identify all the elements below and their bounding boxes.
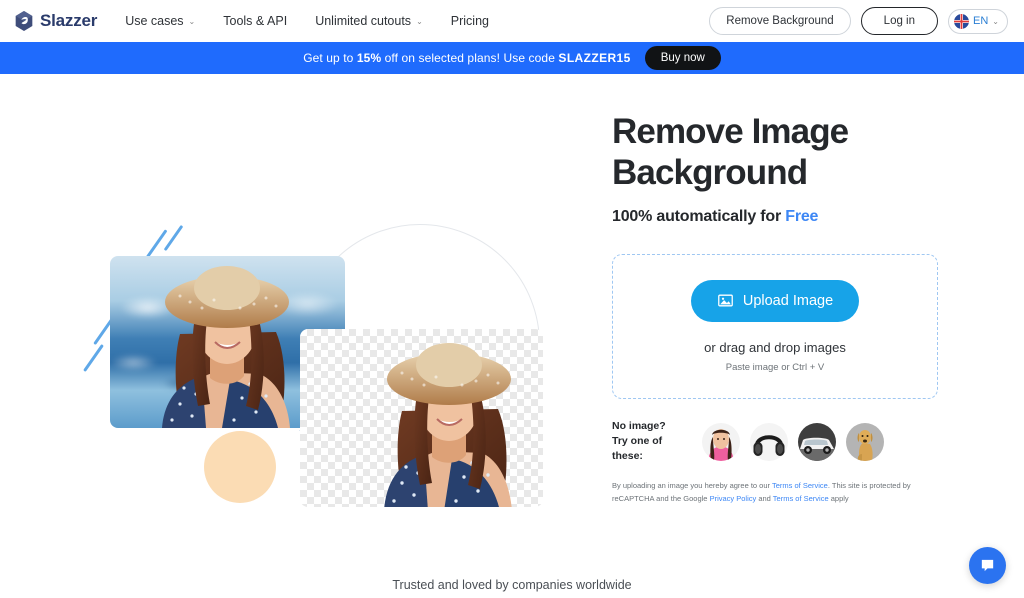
after-image xyxy=(300,329,543,507)
upload-image-button[interactable]: Upload Image xyxy=(690,279,860,322)
drag-drop-text: or drag and drop images xyxy=(704,339,846,355)
sample-headphones-image xyxy=(750,422,788,461)
sample-label-line2: Try one of these: xyxy=(612,435,663,463)
sample-dog-image xyxy=(846,422,884,461)
upload-button-label: Upload Image xyxy=(742,292,834,309)
sample-dog[interactable] xyxy=(846,422,884,461)
picture-icon xyxy=(717,294,733,307)
sample-headphones[interactable] xyxy=(750,422,788,461)
header-actions: Remove Background Log in EN ⌄ xyxy=(709,7,1008,35)
subtitle-prefix: 100% automatically for xyxy=(612,207,786,225)
legal-part1: By uploading an image you hereby agree t… xyxy=(612,480,772,490)
chevron-down-icon: ⌄ xyxy=(992,17,999,26)
uk-flag-icon xyxy=(954,13,970,29)
subtitle-accent: Free xyxy=(785,207,819,225)
privacy-policy-link[interactable]: Privacy Policy xyxy=(710,494,757,503)
main-nav: Use cases ⌄ Tools & API Unlimited cutout… xyxy=(125,14,489,28)
nav-label: Tools & API xyxy=(223,14,288,28)
sample-images-row: No image? Try one of these: xyxy=(612,419,1024,465)
promo-middle: off on selected plans! Use code xyxy=(381,51,559,65)
sample-woman-pink-image xyxy=(702,422,740,461)
hero-illustration xyxy=(0,74,586,598)
promo-percent: 15% xyxy=(356,51,382,65)
nav-item-unlimited-cutouts[interactable]: Unlimited cutouts ⌄ xyxy=(315,14,423,28)
page-title: Remove Image Background xyxy=(612,112,982,194)
sample-label-line1: No image? xyxy=(612,419,666,432)
page-subtitle: 100% automatically for Free xyxy=(612,208,1024,226)
remove-background-button[interactable]: Remove Background xyxy=(709,7,851,35)
buy-now-button[interactable]: Buy now xyxy=(644,46,721,70)
sample-car-image xyxy=(798,422,836,461)
terms-of-service-link-2[interactable]: Terms of Service xyxy=(773,494,829,503)
logo[interactable]: Slazzer xyxy=(14,10,97,32)
language-code: EN xyxy=(973,15,989,27)
upload-dropzone[interactable]: Upload Image or drag and drop images Pas… xyxy=(612,253,938,399)
legal-part3: and xyxy=(756,493,773,503)
hero-panel: Remove Image Background 100% automatical… xyxy=(586,74,1024,598)
page-title-line2: Background xyxy=(612,152,808,192)
chat-bubble-icon xyxy=(981,559,994,572)
nav-item-use-cases[interactable]: Use cases ⌄ xyxy=(125,14,195,28)
decorative-streak xyxy=(163,224,184,252)
sample-woman-pink[interactable] xyxy=(702,422,740,461)
chevron-down-icon: ⌄ xyxy=(416,17,423,26)
woman-subject-cutout xyxy=(384,343,512,507)
nav-label: Pricing xyxy=(450,14,489,28)
language-selector[interactable]: EN ⌄ xyxy=(948,8,1008,34)
site-header: Slazzer Use cases ⌄ Tools & API Unlimite… xyxy=(0,0,1024,42)
decorative-circle xyxy=(204,431,276,503)
legal-part4: apply xyxy=(828,493,849,503)
sample-car[interactable] xyxy=(798,422,836,461)
sample-images-label: No image? Try one of these: xyxy=(612,419,692,465)
trusted-by-text: Trusted and loved by companies worldwide xyxy=(392,578,632,592)
decorative-streak xyxy=(145,229,168,259)
promo-text: Get up to 15% off on selected plans! Use… xyxy=(303,51,631,65)
main-content: Remove Image Background 100% automatical… xyxy=(0,74,1024,598)
nav-label: Unlimited cutouts xyxy=(315,14,412,28)
promo-prefix: Get up to xyxy=(303,51,357,65)
logo-text: Slazzer xyxy=(40,11,98,30)
page-title-line1: Remove Image xyxy=(612,112,849,151)
chat-widget-button[interactable] xyxy=(969,547,1006,584)
promo-banner: Get up to 15% off on selected plans! Use… xyxy=(0,42,1024,74)
login-button[interactable]: Log in xyxy=(860,7,939,35)
promo-code: SLAZZER15 xyxy=(558,51,631,65)
legal-disclaimer: By uploading an image you hereby agree t… xyxy=(612,479,938,505)
paste-hint-text: Paste image or Ctrl + V xyxy=(725,361,825,373)
nav-item-pricing[interactable]: Pricing xyxy=(451,14,489,28)
terms-of-service-link-1[interactable]: Terms of Service xyxy=(772,481,828,490)
nav-item-tools-api[interactable]: Tools & API xyxy=(223,14,287,28)
slazzer-diamond-icon xyxy=(15,11,33,31)
nav-label: Use cases xyxy=(125,14,184,28)
chevron-down-icon: ⌄ xyxy=(188,17,196,26)
decorative-streak xyxy=(83,344,104,372)
